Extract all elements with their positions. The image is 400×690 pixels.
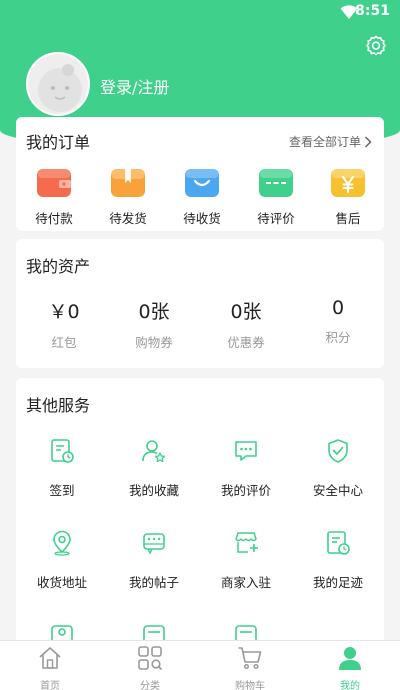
order-label: 待付款 (35, 211, 73, 226)
tab-label: 分类 (140, 681, 160, 690)
package-icon (111, 169, 145, 197)
asset-points[interactable]: 0 积分 (298, 297, 378, 346)
tab-category[interactable]: 分类 (100, 645, 200, 690)
chevron-right-icon (364, 135, 372, 148)
asset-shopping-voucher[interactable]: 0张 购物券 (114, 297, 194, 351)
history-doc-icon (327, 531, 350, 555)
services-card: 其他服务 签到 我的收藏 我的评价 安全中心 收货地址 我的帖子 商家入驻 我的… (16, 378, 384, 648)
service-favorites[interactable]: 我的收藏 (108, 438, 200, 499)
order-pending-review[interactable]: 待评价 (246, 169, 306, 227)
location-pin-icon (53, 530, 71, 556)
service-shipping-address[interactable]: 收货地址 (16, 530, 108, 591)
order-pending-shipment[interactable]: 待发货 (98, 169, 158, 227)
service-label: 商家入驻 (220, 575, 271, 590)
bottom-tab-bar: 首页 分类 购物车 我的 (0, 640, 400, 690)
tab-label: 我的 (340, 681, 360, 690)
assets-title: 我的资产 (26, 257, 91, 276)
tab-mine[interactable]: 我的 (300, 645, 400, 690)
asset-label: 红包 (51, 335, 77, 350)
service-my-reviews[interactable]: 我的评价 (200, 438, 292, 499)
order-pending-payment[interactable]: 待付款 (24, 169, 84, 227)
service-merchant-join[interactable]: 商家入驻 (200, 530, 292, 591)
asset-value: 0 (331, 297, 345, 319)
asset-coupon[interactable]: 0张 优惠券 (206, 297, 286, 351)
tab-label: 首页 (40, 681, 60, 690)
view-all-orders-label: 查看全部订单 (288, 135, 361, 149)
service-label: 签到 (49, 483, 75, 498)
service-check-in[interactable]: 签到 (16, 438, 108, 499)
asset-label: 积分 (325, 330, 351, 345)
calendar-check-icon (51, 439, 74, 463)
orders-title: 我的订单 (26, 133, 91, 152)
service-label: 安全中心 (312, 483, 363, 498)
service-label: 我的评价 (220, 483, 271, 498)
order-label: 售后 (335, 211, 361, 226)
tab-cart[interactable]: 购物车 (200, 645, 300, 690)
asset-value: 0张 (138, 301, 170, 323)
home-icon (39, 647, 61, 669)
service-label: 我的足迹 (312, 575, 363, 590)
tab-label: 购物车 (235, 681, 265, 690)
asset-label: 购物券 (135, 335, 173, 350)
asset-label: 优惠券 (227, 335, 265, 350)
person-icon (339, 647, 361, 670)
orders-card: 我的订单 查看全部订单 待付款 待发货 待收货 待评价 售后 (16, 117, 384, 231)
service-label: 收货地址 (36, 575, 87, 590)
chat-bubble-icon (235, 441, 257, 461)
service-my-footprints[interactable]: 我的足迹 (292, 530, 384, 591)
store-add-icon (235, 532, 258, 553)
tab-home[interactable]: 首页 (0, 645, 100, 690)
asset-value: ￥0 (48, 301, 80, 323)
user-star-icon (142, 440, 166, 463)
asset-value: 0张 (230, 301, 262, 323)
assets-card: 我的资产 ￥0 红包 0张 购物券 0张 优惠券 0 积分 (16, 239, 384, 368)
order-label: 待评价 (257, 211, 295, 226)
avatar[interactable] (26, 52, 90, 116)
post-icon (143, 533, 165, 555)
service-my-posts[interactable]: 我的帖子 (108, 530, 200, 591)
shield-check-icon (328, 439, 348, 463)
service-security-center[interactable]: 安全中心 (292, 438, 384, 499)
wallet-icon (37, 169, 71, 197)
comment-card-icon (259, 169, 293, 197)
order-label: 待发货 (109, 211, 147, 226)
order-label: 待收货 (183, 211, 221, 226)
status-time: 8:51 (355, 3, 390, 19)
view-all-orders-link[interactable]: 查看全部订单 (289, 133, 372, 150)
service-label: 我的帖子 (128, 575, 179, 590)
gear-icon[interactable] (364, 34, 388, 58)
asset-red-packet[interactable]: ￥0 红包 (24, 297, 104, 351)
status-bar: 8:51 (0, 0, 400, 26)
basket-icon (185, 169, 219, 197)
order-pending-receipt[interactable]: 待收货 (172, 169, 232, 227)
yen-icon (331, 169, 365, 197)
cart-icon (238, 647, 262, 670)
service-label: 我的收藏 (128, 483, 179, 498)
order-after-sales[interactable]: 售后 (318, 169, 378, 227)
login-register-link[interactable]: 登录/注册 (100, 74, 169, 98)
grid-search-icon (138, 646, 163, 671)
services-title: 其他服务 (26, 396, 91, 415)
